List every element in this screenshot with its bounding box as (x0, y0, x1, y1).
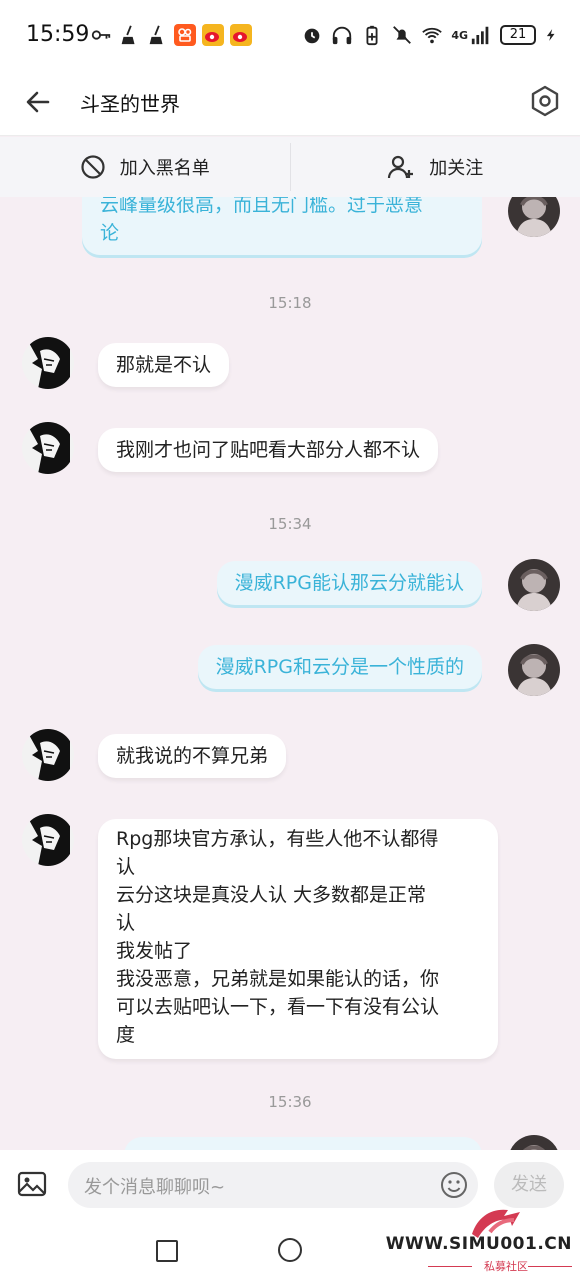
watermark-line-left (428, 1266, 472, 1267)
message-input-placeholder: 发个消息聊聊呗~ (84, 1177, 226, 1198)
follow-label: 加关注 (429, 158, 484, 179)
watermark-line-right (528, 1266, 572, 1267)
message-bubble-outgoing[interactable] (124, 1137, 482, 1150)
home-button[interactable] (278, 1238, 302, 1262)
friend-avatar[interactable] (22, 337, 74, 389)
follow-button[interactable]: 加关注 (291, 137, 580, 197)
battery-level: 21 (500, 25, 536, 45)
message-bubble-incoming[interactable]: 就我说的不算兄弟 (98, 734, 287, 778)
weibo-icon (202, 24, 224, 46)
chat-header: 斗圣的世界 (0, 72, 580, 136)
message-bubble-incoming[interactable]: Rpg那块官方承认，有些人他不认都得 认 云分这块是真没人认 大多数都是正常 认… (98, 819, 498, 1059)
back-arrow-icon[interactable] (22, 86, 54, 118)
recent-apps-button[interactable] (156, 1240, 178, 1262)
add-user-icon (388, 155, 414, 179)
friend-avatar[interactable] (22, 814, 74, 866)
timestamp: 15:34 (268, 515, 312, 533)
message-bubble-outgoing[interactable]: 漫威RPG能认那云分就能认 (216, 561, 482, 605)
timestamp: 15:18 (268, 294, 312, 312)
site-watermark: WWW.SIMU001.CN 私募社区 (386, 1196, 572, 1276)
notification-icons (90, 24, 252, 46)
emoji-icon[interactable] (440, 1171, 468, 1199)
message-bubble-outgoing[interactable]: 云峰量级很高，而且无门槛。过于恶意 论 (82, 197, 482, 255)
network-label: 4G (451, 28, 468, 42)
battery-saver-icon (366, 25, 378, 46)
settings-hexagon-icon[interactable] (528, 84, 562, 118)
my-avatar[interactable] (508, 644, 560, 696)
message-bubble-outgoing[interactable]: 漫威RPG和云分是一个性质的 (197, 645, 482, 689)
system-icons: 4G 21 (301, 24, 558, 46)
headphones-icon (333, 26, 352, 45)
chat-messages[interactable]: 云峰量级很高，而且无门槛。过于恶意 论 15:18 那就是不认 我刚才也问了贴吧… (0, 197, 580, 1150)
kuaishou-icon (174, 24, 196, 46)
watermark-site: WWW.SIMU001.CN (385, 1234, 572, 1254)
broom-icon (149, 25, 163, 45)
status-bar: 15:59 4G 21 (0, 0, 580, 72)
key-icon (91, 30, 111, 40)
friend-avatar[interactable] (22, 422, 74, 474)
chat-title: 斗圣的世界 (80, 92, 180, 116)
signal-icon (471, 26, 489, 45)
image-picker-icon[interactable] (16, 1168, 48, 1200)
mute-icon (393, 26, 412, 44)
block-label: 加入黑名单 (119, 158, 210, 179)
status-time: 15:59 (26, 22, 90, 47)
my-avatar[interactable] (508, 559, 560, 611)
action-bar: 加入黑名单 加关注 (0, 137, 580, 197)
alarm-icon (304, 28, 320, 44)
my-avatar[interactable] (508, 197, 560, 237)
friend-avatar[interactable] (22, 729, 74, 781)
block-icon (81, 155, 105, 179)
wifi-icon (422, 27, 443, 44)
message-bubble-incoming[interactable]: 那就是不认 (98, 343, 230, 387)
watermark-sub: 私募社区 (484, 1260, 528, 1273)
broom-icon (121, 25, 135, 45)
weibo-icon (230, 24, 252, 46)
message-bubble-incoming[interactable]: 我刚才也问了贴吧看大部分人都不认 (98, 428, 439, 472)
timestamp: 15:36 (268, 1093, 312, 1111)
my-avatar[interactable] (508, 1135, 560, 1150)
block-button[interactable]: 加入黑名单 (0, 137, 290, 197)
charging-icon (546, 29, 555, 41)
